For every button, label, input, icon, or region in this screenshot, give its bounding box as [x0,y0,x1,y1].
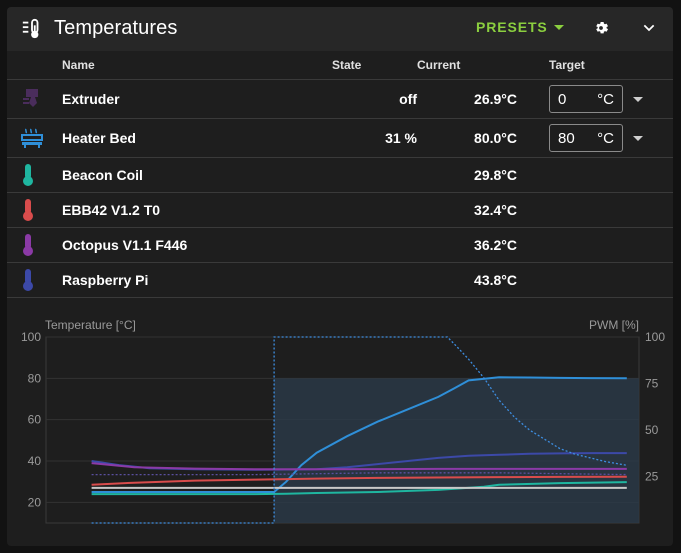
sensor-row: Octopus V1.1 F446 36.2°C [7,227,673,263]
temperature-chart: Temperature [°C] PWM [%] 20 40 60 80 100 25 50… [21,318,665,524]
y2-axis-label: PWM [%] [589,318,639,332]
y-tick-label: 40 [28,454,42,468]
y2-tick-label: 100 [645,330,665,344]
column-target: Target [517,51,673,80]
sensor-current: 29.8°C [417,157,517,193]
heater-row-bed: Heater Bed 31 % 80.0°C 80 °C [7,118,673,158]
extruder-icon [23,89,38,107]
y-tick-label: 60 [28,413,42,427]
thermometer-icon [23,234,33,256]
target-value: 0 [558,90,567,108]
bed-target-input[interactable]: 80 °C [549,124,623,152]
presets-button[interactable]: PRESETS [476,19,564,35]
sensor-name: Octopus V1.1 F446 [62,227,332,263]
y-tick-label: 100 [21,330,41,344]
temperatures-panel: Temperatures PRESETS Name State Current … [7,7,673,546]
y-tick-label: 20 [28,495,42,509]
sensor-row: Beacon Coil 29.8°C [7,157,673,193]
heater-current: 80.0°C [417,118,517,158]
gear-icon[interactable] [592,19,610,37]
sensor-name: Raspberry Pi [62,262,332,298]
heater-state: off [332,79,417,119]
target-unit: °C [597,129,614,147]
sensor-current: 32.4°C [417,192,517,228]
thermometer-icon [23,199,33,221]
y-axis-label: Temperature [°C] [45,318,136,332]
column-name: Name [62,51,332,80]
heater-bed-icon [21,128,43,148]
sensor-row: Raspberry Pi 43.8°C [7,262,673,298]
sensor-current: 43.8°C [417,262,517,298]
y2-tick-label: 75 [645,377,659,391]
thermometer-icon [23,164,33,186]
heater-row-extruder: Extruder off 26.9°C 0 °C [7,79,673,119]
table-header-row: Name State Current Target [7,51,673,80]
caret-down-icon [553,25,564,30]
sensor-row: EBB42 V1.2 T0 32.4°C [7,192,673,228]
sensor-current: 36.2°C [417,227,517,263]
y2-tick-label: 50 [645,423,659,437]
y-tick-label: 80 [28,371,42,385]
extruder-target-input[interactable]: 0 °C [549,85,623,113]
temperature-table: Name State Current Target Extruder off 2… [7,51,673,298]
thermometer-icon [23,269,33,291]
heater-current: 26.9°C [417,79,517,119]
sensor-name: EBB42 V1.2 T0 [62,192,332,228]
target-value: 80 [558,129,575,147]
sensor-name: Beacon Coil [62,157,332,193]
target-dropdown-icon[interactable] [633,135,643,141]
target-dropdown-icon[interactable] [633,96,643,102]
column-state: State [332,51,417,80]
chevron-down-icon[interactable] [641,20,657,36]
heater-name: Heater Bed [62,118,332,158]
thermometer-lines-icon [22,18,39,39]
presets-label: PRESETS [476,19,548,35]
target-unit: °C [597,90,614,108]
heater-state: 31 % [332,118,417,158]
panel-title: Temperatures [54,17,178,39]
heater-name: Extruder [62,79,332,119]
pwm-area [274,378,639,523]
column-current: Current [417,51,517,80]
y2-tick-label: 25 [645,470,659,484]
panel-header: Temperatures PRESETS [7,7,673,51]
